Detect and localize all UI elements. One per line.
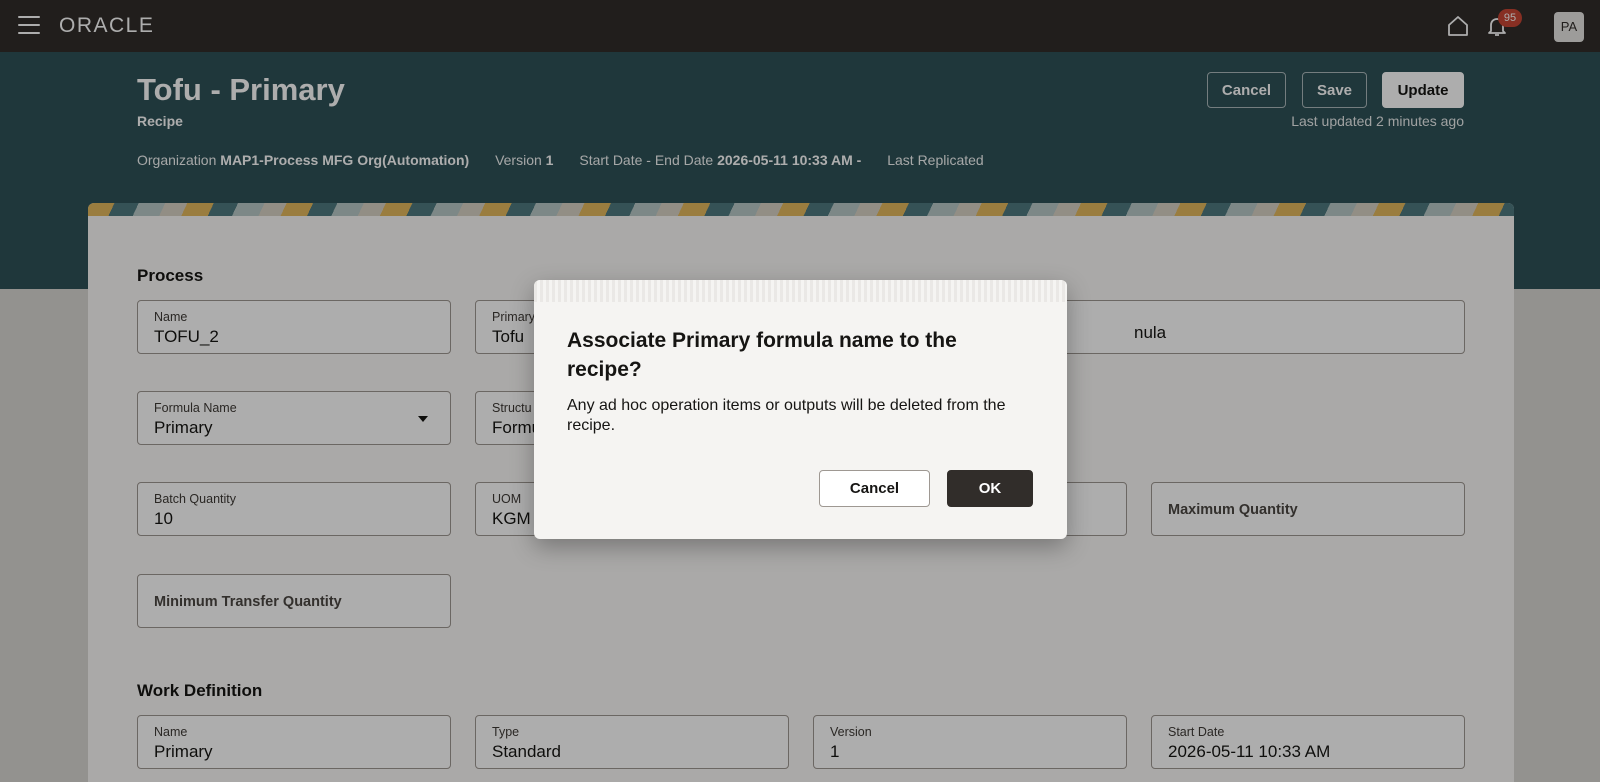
dialog-header-texture: [534, 280, 1067, 302]
confirm-dialog: Associate Primary formula name to the re…: [534, 280, 1067, 539]
dialog-cancel-button[interactable]: Cancel: [819, 470, 930, 507]
dialog-title: Associate Primary formula name to the re…: [567, 329, 957, 381]
dialog-ok-button[interactable]: OK: [947, 470, 1033, 507]
dialog-message: Any ad hoc operation items or outputs wi…: [567, 397, 1006, 434]
